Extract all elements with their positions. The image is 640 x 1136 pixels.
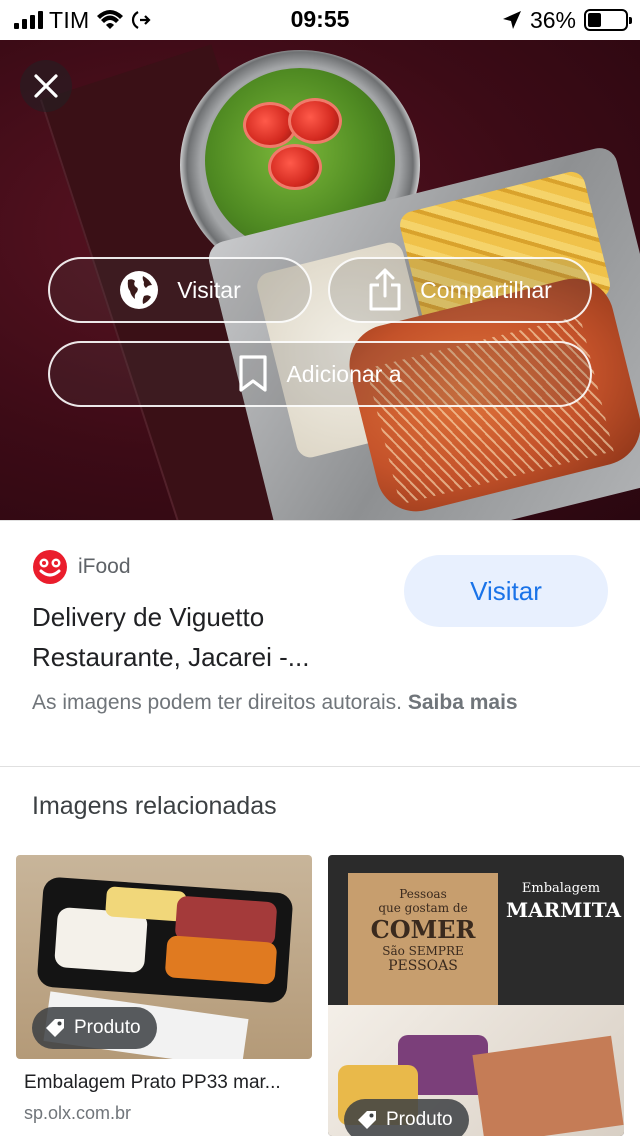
image-text: que gostam de bbox=[378, 901, 468, 915]
related-image-card-2[interactable]: Pessoas que gostam de COMER São SEMPRE P… bbox=[328, 855, 624, 1136]
source-site-name: iFood bbox=[78, 555, 131, 578]
location-arrow-icon bbox=[502, 11, 521, 29]
result-title[interactable]: Delivery de Viguetto Restaurante, Jacare… bbox=[32, 597, 372, 677]
source-panel: iFood Delivery de Viguetto Restaurante, … bbox=[0, 520, 640, 767]
share-label: Compartilhar bbox=[420, 276, 552, 303]
image-text: COMER bbox=[370, 915, 476, 944]
visit-button[interactable]: Visitar bbox=[404, 555, 608, 627]
image-text: PESSOAS bbox=[388, 958, 458, 974]
product-badge-label: Produto bbox=[74, 1017, 141, 1038]
copyright-text: As imagens podem ter direitos autorais. bbox=[32, 691, 403, 714]
close-icon bbox=[34, 74, 58, 98]
section-divider bbox=[0, 766, 640, 767]
globe-icon bbox=[120, 271, 159, 309]
image-text: MARMITA bbox=[506, 898, 622, 922]
add-to-label: Adicionar a bbox=[286, 360, 402, 387]
share-icon bbox=[369, 268, 401, 311]
status-bar: TIM 09:55 36% bbox=[0, 0, 640, 40]
ifood-logo-icon bbox=[33, 550, 67, 584]
brand-text: Embalagem MARMITA bbox=[506, 881, 622, 922]
image-text: São SEMPRE bbox=[382, 944, 464, 958]
share-button[interactable]: Compartilhar bbox=[328, 257, 592, 323]
battery-percentage: 36% bbox=[529, 6, 576, 33]
tag-icon bbox=[46, 1019, 64, 1037]
close-button[interactable] bbox=[20, 60, 72, 112]
product-badge: Produto bbox=[344, 1099, 469, 1136]
source-site[interactable]: iFood bbox=[32, 549, 131, 585]
image-text: Embalagem bbox=[521, 881, 601, 896]
visit-website-button[interactable]: Visitar bbox=[48, 257, 312, 323]
tag-icon bbox=[358, 1111, 376, 1129]
related-card-source: sp.olx.com.br bbox=[24, 1103, 132, 1123]
battery-icon bbox=[584, 9, 632, 31]
bookmark-icon bbox=[239, 355, 268, 392]
visit-website-label: Visitar bbox=[177, 276, 241, 303]
related-images-heading: Imagens relacionadas bbox=[32, 792, 277, 820]
image-text: Pessoas bbox=[399, 887, 447, 901]
related-image-card-1[interactable]: Produto bbox=[16, 855, 312, 1059]
copyright-notice: As imagens podem ter direitos autorais. … bbox=[32, 687, 612, 719]
related-card-title[interactable]: Embalagem Prato PP33 mar... bbox=[24, 1072, 314, 1094]
add-to-collection-button[interactable]: Adicionar a bbox=[48, 341, 592, 407]
product-badge-label: Produto bbox=[386, 1109, 453, 1130]
learn-more-link[interactable]: Saiba mais bbox=[408, 691, 518, 714]
product-badge: Produto bbox=[32, 1007, 157, 1049]
